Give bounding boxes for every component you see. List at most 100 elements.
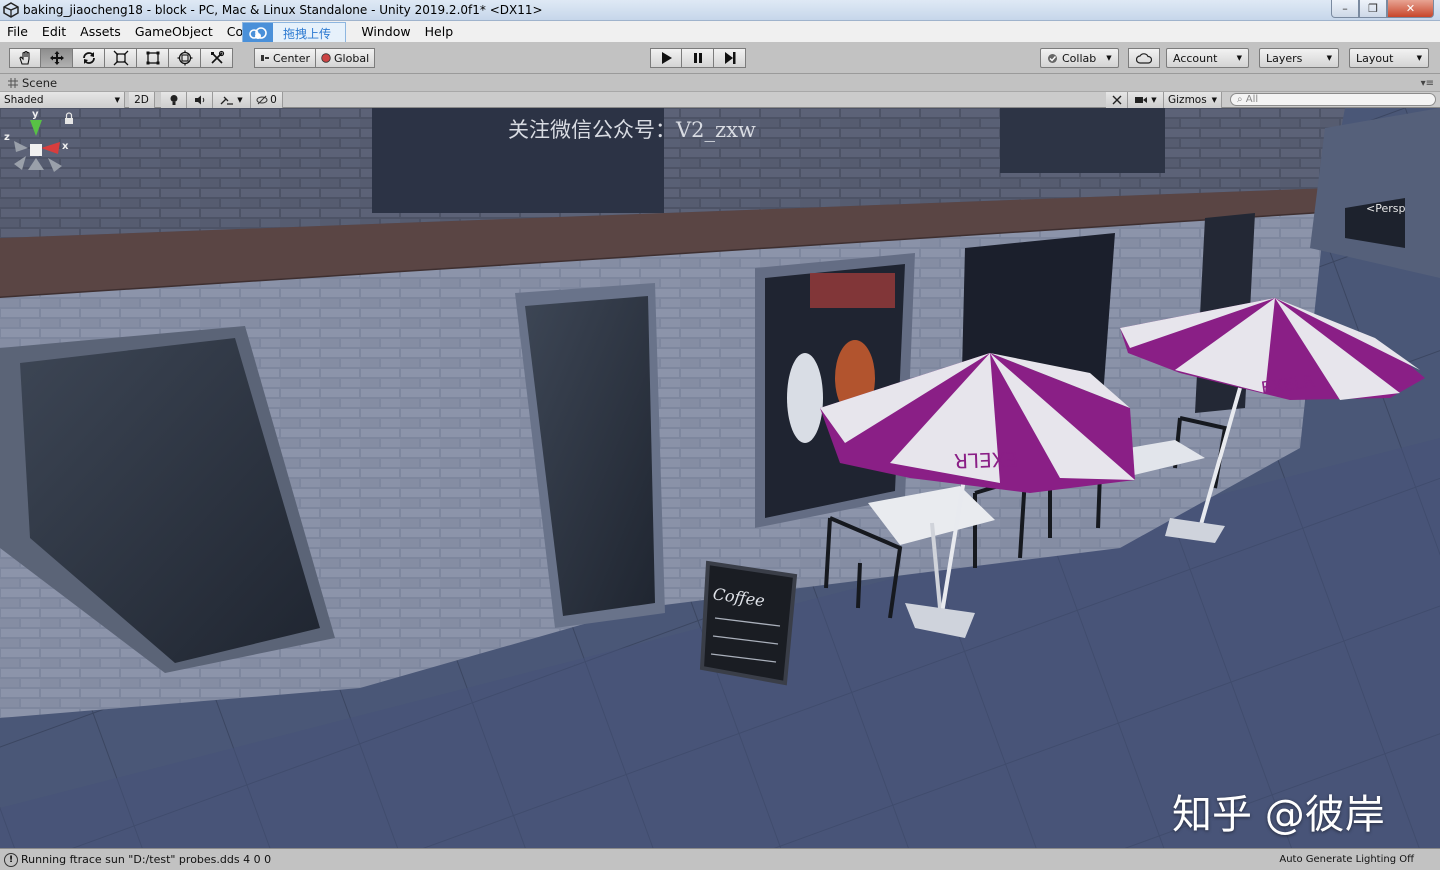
move-tool-button[interactable]: [41, 48, 73, 68]
gizmos-label: Gizmos: [1168, 94, 1207, 106]
play-button[interactable]: [650, 48, 682, 68]
watermark-wechat: 关注微信公众号：V2_zxw: [508, 118, 756, 142]
audio-toggle[interactable]: [187, 92, 213, 108]
hidden-objects-toggle[interactable]: 0: [251, 92, 283, 108]
chevron-down-icon: ▼: [1151, 96, 1157, 104]
chevron-down-icon: ▼: [1326, 54, 1332, 62]
collab-label: Collab: [1062, 51, 1097, 65]
pivot-center-button[interactable]: Center: [254, 48, 317, 68]
pause-button[interactable]: [682, 48, 714, 68]
collab-group: Collab ▼: [1040, 48, 1119, 68]
orientation-gizmo[interactable]: y x z: [0, 108, 84, 214]
scene-viewport[interactable]: EXELR EXELR Coffee 关注微信公众号：V2_zxw 知乎 @彼岸: [0, 108, 1440, 848]
hand-icon: [19, 50, 30, 65]
effects-dropdown[interactable]: ▼: [213, 92, 251, 108]
search-placeholder: All: [1245, 94, 1259, 105]
minimize-button[interactable]: –: [1331, 0, 1359, 18]
play-controls: [650, 48, 746, 68]
menu-bar: File Edit Assets GameObject Com Window H…: [0, 21, 1440, 42]
lighting-toggle[interactable]: [161, 92, 187, 108]
rect-transform-icon: [146, 51, 159, 65]
account-group: Account ▼: [1166, 48, 1249, 68]
collab-dropdown[interactable]: Collab ▼: [1040, 48, 1119, 68]
play-icon: [662, 52, 672, 64]
maximize-button[interactable]: ❐: [1359, 0, 1387, 18]
pivot-icon: [261, 55, 269, 61]
transform-tool-button[interactable]: [169, 48, 201, 68]
umbrella-brand-text: EXELR: [954, 447, 1019, 473]
layout-label: Layout: [1356, 51, 1394, 65]
main-toolbar: Center Global Collab ▼ Account ▼ Layers …: [0, 42, 1440, 74]
rect-tool-button[interactable]: [137, 48, 169, 68]
combined-transform-icon: [177, 50, 192, 66]
tab-menu-icon[interactable]: ▾≡: [1421, 78, 1434, 89]
menu-file[interactable]: File: [0, 21, 35, 42]
close-button[interactable]: ✕: [1387, 0, 1434, 18]
search-icon: ⌕: [1237, 94, 1243, 105]
menu-assets[interactable]: Assets: [73, 21, 128, 42]
cloud-group: [1128, 48, 1160, 68]
tools-icon: [1112, 95, 1121, 105]
hand-tool-button[interactable]: [9, 48, 41, 68]
move-arrows-icon: [49, 51, 64, 65]
projection-toggle[interactable]: <Persp: [1366, 202, 1405, 215]
lighting-status[interactable]: Auto Generate Lighting Off: [1279, 854, 1414, 865]
account-label: Account: [1173, 51, 1218, 65]
layers-dropdown[interactable]: Layers ▼: [1259, 48, 1339, 68]
scene-tab-bar: Scene ▾≡: [0, 74, 1440, 92]
gizmos-dropdown[interactable]: Gizmos ▼: [1164, 92, 1222, 108]
step-icon: [724, 52, 735, 64]
hidden-count: 0: [270, 94, 277, 106]
layers-group: Layers ▼: [1259, 48, 1339, 68]
scene-render: EXELR EXELR Coffee: [0, 108, 1440, 848]
custom-tool-button[interactable]: [201, 48, 233, 68]
scene-tab-label: Scene: [22, 76, 58, 90]
toggle-2d-button[interactable]: 2D: [129, 92, 155, 108]
window-title: baking_jiaocheng18 - block - PC, Mac & L…: [23, 3, 543, 17]
chevron-down-icon: ▼: [114, 96, 120, 104]
gizmo-y-label: y: [32, 109, 39, 120]
speaker-icon: [194, 95, 204, 105]
layers-label: Layers: [1266, 51, 1303, 65]
draw-mode-dropdown[interactable]: Shaded ▼: [0, 92, 125, 108]
gizmo-x-label: x: [62, 141, 69, 152]
effects-icon: [220, 96, 234, 105]
menu-window[interactable]: Window: [354, 21, 417, 42]
grid-icon: [8, 78, 18, 88]
services-button[interactable]: [1128, 48, 1160, 68]
rotate-tool-button[interactable]: [73, 48, 105, 68]
scene-toolbar: Shaded ▼ 2D ▼ 0 ▼ Gizmos ▼ ⌕ All: [0, 91, 1440, 108]
space-global-button[interactable]: Global: [316, 48, 376, 68]
step-button[interactable]: [714, 48, 746, 68]
menu-help[interactable]: Help: [418, 21, 461, 42]
info-icon: !: [4, 852, 18, 867]
scene-search-input[interactable]: ⌕ All: [1230, 93, 1436, 106]
tools-icon: [210, 50, 224, 64]
account-dropdown[interactable]: Account ▼: [1166, 48, 1249, 68]
scene-tools-toggle[interactable]: [1106, 92, 1128, 108]
layout-dropdown[interactable]: Layout ▼: [1349, 48, 1429, 68]
rotate-icon: [82, 52, 95, 64]
scale-tool-button[interactable]: [105, 48, 137, 68]
lightbulb-icon: [170, 95, 177, 105]
status-bar: ! Running ftrace sun "D:/test" probes.dd…: [0, 848, 1440, 870]
unity-logo-icon: [3, 2, 19, 18]
menu-gameobject[interactable]: GameObject: [128, 21, 220, 42]
camera-dropdown[interactable]: ▼: [1128, 92, 1164, 108]
status-message[interactable]: Running ftrace sun "D:/test" probes.dds …: [21, 853, 271, 866]
watermark-zhihu: 知乎 @彼岸: [1172, 792, 1385, 838]
cloud-upload-icon: [243, 23, 273, 43]
pivot-center-label: Center: [273, 51, 311, 65]
pivot-controls: Center Global: [254, 48, 376, 68]
menu-edit[interactable]: Edit: [35, 21, 73, 42]
draw-mode-label: Shaded: [4, 94, 44, 106]
transform-tools: [9, 48, 233, 68]
tab-scene[interactable]: Scene: [8, 76, 57, 90]
upload-overlay-label: 拖拽上传: [283, 26, 332, 41]
chevron-down-icon: ▼: [1211, 96, 1217, 104]
eye-slash-icon: [256, 95, 268, 105]
scale-icon: [113, 50, 128, 66]
lock-icon[interactable]: [65, 112, 73, 124]
upload-overlay[interactable]: 拖拽上传: [242, 22, 346, 44]
chevron-down-icon: ▼: [1416, 54, 1422, 62]
